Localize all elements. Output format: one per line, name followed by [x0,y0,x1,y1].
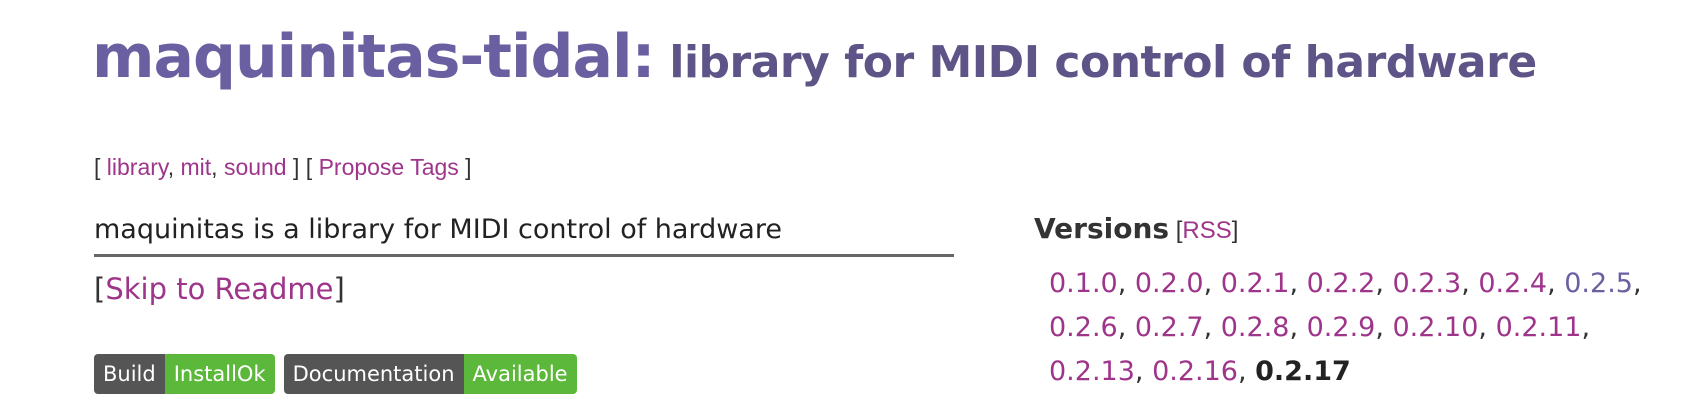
versions-title: Versions [1034,212,1170,245]
version-separator: , [1203,312,1221,343]
version-separator: , [1478,312,1496,343]
build-badge-status: InstallOk [164,354,275,394]
version-link-0-2-16[interactable]: 0.2.16 [1152,356,1238,387]
version-separator: , [1581,312,1591,343]
rss-link[interactable]: RSS [1182,217,1231,244]
build-badge-label: Build [94,354,165,394]
versions-list: 0.1.0, 0.2.0, 0.2.1, 0.2.2, 0.2.3, 0.2.4… [1049,262,1669,394]
version-separator: , [1375,268,1393,299]
version-link-0-2-3[interactable]: 0.2.3 [1393,268,1462,299]
version-separator: , [1375,312,1393,343]
version-link-0-2-0[interactable]: 0.2.0 [1135,268,1204,299]
package-description: maquinitas is a library for MIDI control… [94,214,954,257]
version-link-0-2-7[interactable]: 0.2.7 [1135,312,1204,343]
version-separator: , [1117,312,1135,343]
version-separator: , [1203,268,1221,299]
version-separator: , [1547,268,1565,299]
package-summary: library for MIDI control of hardware [654,37,1537,88]
version-link-0-2-13[interactable]: 0.2.13 [1049,356,1135,387]
version-link-0-2-9[interactable]: 0.2.9 [1307,312,1376,343]
skip-to-readme: [Skip to Readme] [94,272,345,306]
version-separator: , [1461,268,1479,299]
skip-to-readme-link[interactable]: Skip to Readme [105,272,333,306]
tags-row: [ library, mit, sound ] [ Propose Tags ] [94,154,472,180]
tag-sound-link[interactable]: sound [224,154,287,180]
tag-mit-link[interactable]: mit [180,154,211,180]
version-separator: , [1117,268,1135,299]
version-link-0-2-5[interactable]: 0.2.5 [1564,268,1633,299]
documentation-badge-label: Documentation [283,354,464,394]
tag-library-link[interactable]: library [107,154,168,180]
package-name: maquinitas-tidal: [92,22,656,92]
versions-header: Versions [RSS] [1034,212,1239,245]
version-link-0-2-11[interactable]: 0.2.11 [1496,312,1582,343]
version-link-0-2-2[interactable]: 0.2.2 [1307,268,1376,299]
build-badge[interactable]: Build InstallOk [94,354,275,394]
version-separator: , [1134,356,1153,387]
version-link-0-2-4[interactable]: 0.2.4 [1478,268,1547,299]
page-title: maquinitas-tidal: library for MIDI contr… [92,22,1537,92]
propose-tags-link[interactable]: Propose Tags [319,154,459,180]
status-badges: Build InstallOk Documentation Available [94,354,577,394]
documentation-badge[interactable]: Documentation Available [283,354,577,394]
version-separator: , [1289,312,1307,343]
version-link-0-1-0[interactable]: 0.1.0 [1049,268,1118,299]
version-separator: , [1632,268,1642,299]
version-separator: , [1289,268,1307,299]
version-link-0-2-8[interactable]: 0.2.8 [1221,312,1290,343]
version-link-0-2-10[interactable]: 0.2.10 [1393,312,1479,343]
documentation-badge-status: Available [463,354,577,394]
version-link-0-2-17: 0.2.17 [1255,356,1351,387]
version-link-0-2-1[interactable]: 0.2.1 [1221,268,1290,299]
version-separator: , [1237,356,1256,387]
version-link-0-2-6[interactable]: 0.2.6 [1049,312,1118,343]
